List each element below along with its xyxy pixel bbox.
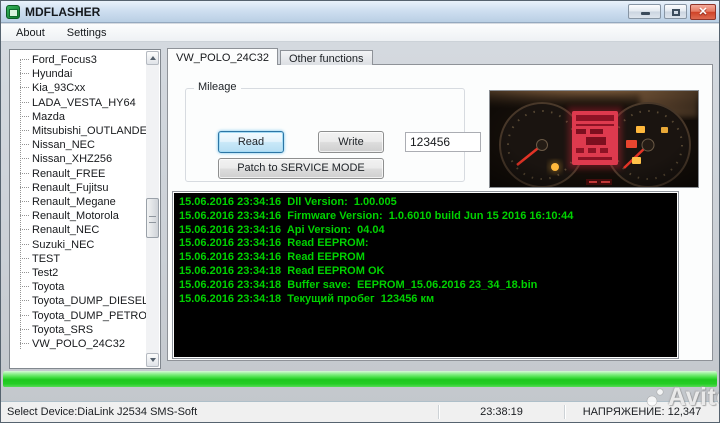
status-voltage: НАПРЯЖЕНИЕ: 12,347 xyxy=(571,402,713,422)
menu-about[interactable]: About xyxy=(7,26,54,40)
log-console[interactable]: 15.06.2016 23:34:16 Dll Version: 1.00.00… xyxy=(172,191,679,359)
mdflasher-window: MDFLASHER ✕ About Settings Ford_Focus3 H… xyxy=(0,0,720,423)
vehicle-list-item[interactable]: Kia_93Cxx xyxy=(20,81,160,95)
patch-service-mode-button[interactable]: Patch to SERVICE MODE xyxy=(218,158,384,179)
vehicle-list-item[interactable]: Renault_Megane xyxy=(20,195,160,209)
tab-page-vw-polo: Mileage Read Write Patch to SERVICE MODE xyxy=(167,64,713,361)
title-bar[interactable]: MDFLASHER ✕ xyxy=(1,1,719,23)
log-line: 15.06.2016 23:34:16 Read EEPROM: xyxy=(179,237,672,251)
vehicle-list-item[interactable]: Nissan_XHZ256 xyxy=(20,152,160,166)
close-button[interactable]: ✕ xyxy=(690,4,716,20)
log-line: 15.06.2016 23:34:16 Api Version: 04.04 xyxy=(179,224,672,238)
minimize-icon xyxy=(641,12,650,15)
vehicle-list-item[interactable]: Mitsubishi_OUTLANDER xyxy=(20,124,160,138)
app-icon xyxy=(6,5,20,19)
status-separator xyxy=(564,405,565,419)
vehicle-listbox[interactable]: Ford_Focus3 Hyundai Kia_93Cxx LADA_VESTA… xyxy=(9,49,161,369)
instrument-cluster-photo xyxy=(489,90,699,188)
maximize-button[interactable] xyxy=(664,4,687,19)
vehicle-list-item[interactable]: Toyota xyxy=(20,280,160,294)
vehicle-list-item[interactable]: Renault_Motorola xyxy=(20,209,160,223)
vehicle-list-item[interactable]: Toyota_DUMP_DIESEL xyxy=(20,294,160,308)
vehicle-tree: Ford_Focus3 Hyundai Kia_93Cxx LADA_VESTA… xyxy=(10,50,160,351)
scroll-down-button[interactable] xyxy=(146,353,159,367)
log-line: 15.06.2016 23:34:18 Buffer save: EEPROM_… xyxy=(179,279,672,293)
vehicle-list-item[interactable]: Nissan_NEC xyxy=(20,138,160,152)
mileage-group-label: Mileage xyxy=(194,81,241,93)
status-time: 23:38:19 xyxy=(439,402,564,422)
arrow-down-icon xyxy=(150,358,156,362)
vehicle-list-item[interactable]: Test2 xyxy=(20,266,160,280)
vehicle-list-item[interactable]: VW_POLO_24C32 xyxy=(20,337,160,351)
status-bar: Select Device:DiaLink J2534 SMS-Soft 23:… xyxy=(1,401,719,422)
log-line: 15.06.2016 23:34:18 Текущий пробег 12345… xyxy=(179,293,672,307)
vehicle-list-item[interactable]: Mazda xyxy=(20,110,160,124)
log-line: 15.06.2016 23:34:16 Dll Version: 1.00.00… xyxy=(179,196,672,210)
vehicle-list-item[interactable]: Renault_FREE xyxy=(20,167,160,181)
write-button[interactable]: Write xyxy=(318,131,384,153)
mileage-groupbox: Mileage Read Write Patch to SERVICE MODE xyxy=(185,88,465,182)
window-title: MDFLASHER xyxy=(25,1,100,23)
read-button[interactable]: Read xyxy=(218,131,284,153)
vehicle-list-item[interactable]: Toyota_SRS xyxy=(20,323,160,337)
maximize-icon xyxy=(672,9,680,16)
mileage-input[interactable] xyxy=(405,132,481,152)
vehicle-list-item[interactable]: Renault_NEC xyxy=(20,223,160,237)
log-line: 15.06.2016 23:34:16 Read EEPROM xyxy=(179,251,672,265)
tab-vw-polo-24c32[interactable]: VW_POLO_24C32 xyxy=(167,48,278,65)
vehicle-list-item[interactable]: Toyota_DUMP_PETROL xyxy=(20,309,160,323)
log-line: 15.06.2016 23:34:18 Read EEPROM OK xyxy=(179,265,672,279)
close-icon: ✕ xyxy=(691,5,715,19)
vehicle-list-scrollbar[interactable] xyxy=(146,51,159,367)
vehicle-list-item[interactable]: TEST xyxy=(20,252,160,266)
scroll-up-button[interactable] xyxy=(146,51,159,65)
log-output: 15.06.2016 23:34:16 Dll Version: 1.00.00… xyxy=(174,193,677,357)
scroll-thumb[interactable] xyxy=(146,198,159,238)
arrow-up-icon xyxy=(150,56,156,60)
vehicle-list-item[interactable]: Suzuki_NEC xyxy=(20,238,160,252)
vehicle-list-item[interactable]: Renault_Fujitsu xyxy=(20,181,160,195)
vehicle-list-item[interactable]: LADA_VESTA_HY64 xyxy=(20,96,160,110)
log-line: 15.06.2016 23:34:16 Firmware Version: 1.… xyxy=(179,210,672,224)
minimize-button[interactable] xyxy=(628,4,661,19)
tab-strip: VW_POLO_24C32 Other functions xyxy=(167,48,373,65)
menu-settings[interactable]: Settings xyxy=(58,26,116,40)
vehicle-list-item[interactable]: Hyundai xyxy=(20,67,160,81)
progress-bar xyxy=(3,371,717,387)
progress-fill xyxy=(3,371,717,387)
status-device: Select Device:DiaLink J2534 SMS-Soft xyxy=(7,402,197,422)
tab-other-functions[interactable]: Other functions xyxy=(280,50,373,65)
menu-bar: About Settings xyxy=(1,24,719,42)
vehicle-list-item[interactable]: Ford_Focus3 xyxy=(20,53,160,67)
